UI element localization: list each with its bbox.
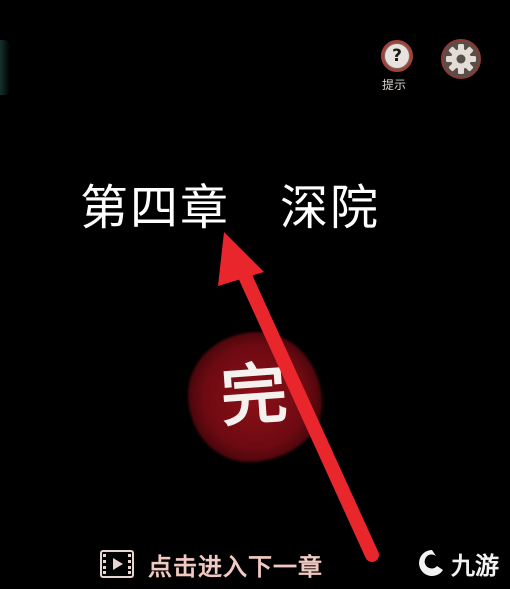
hint-button[interactable]: ? 提示	[378, 38, 424, 96]
settings-button[interactable]	[440, 38, 482, 80]
edge-glow	[0, 40, 10, 95]
watermark-logo: 九游	[415, 540, 507, 586]
next-chapter-button[interactable]: 点击进入下一章	[100, 543, 323, 585]
completion-seal: 完	[180, 322, 330, 472]
seal-text: 完	[218, 353, 290, 437]
watermark-text: 九游	[451, 551, 499, 580]
chapter-title: 第四章 深院	[80, 180, 381, 236]
question-icon: ?	[385, 44, 409, 68]
red-arrow-annotation	[218, 232, 379, 562]
hint-badge: ?	[381, 40, 413, 72]
hint-label: 提示	[382, 78, 407, 92]
nine-game-logo-icon	[419, 550, 443, 576]
gear-icon	[441, 39, 481, 79]
film-play-icon	[100, 550, 134, 578]
game-screen: ? 提示 第四章 深院 完 点击进入下一章 九游	[0, 0, 510, 589]
next-chapter-label: 点击进入下一章	[148, 552, 323, 581]
